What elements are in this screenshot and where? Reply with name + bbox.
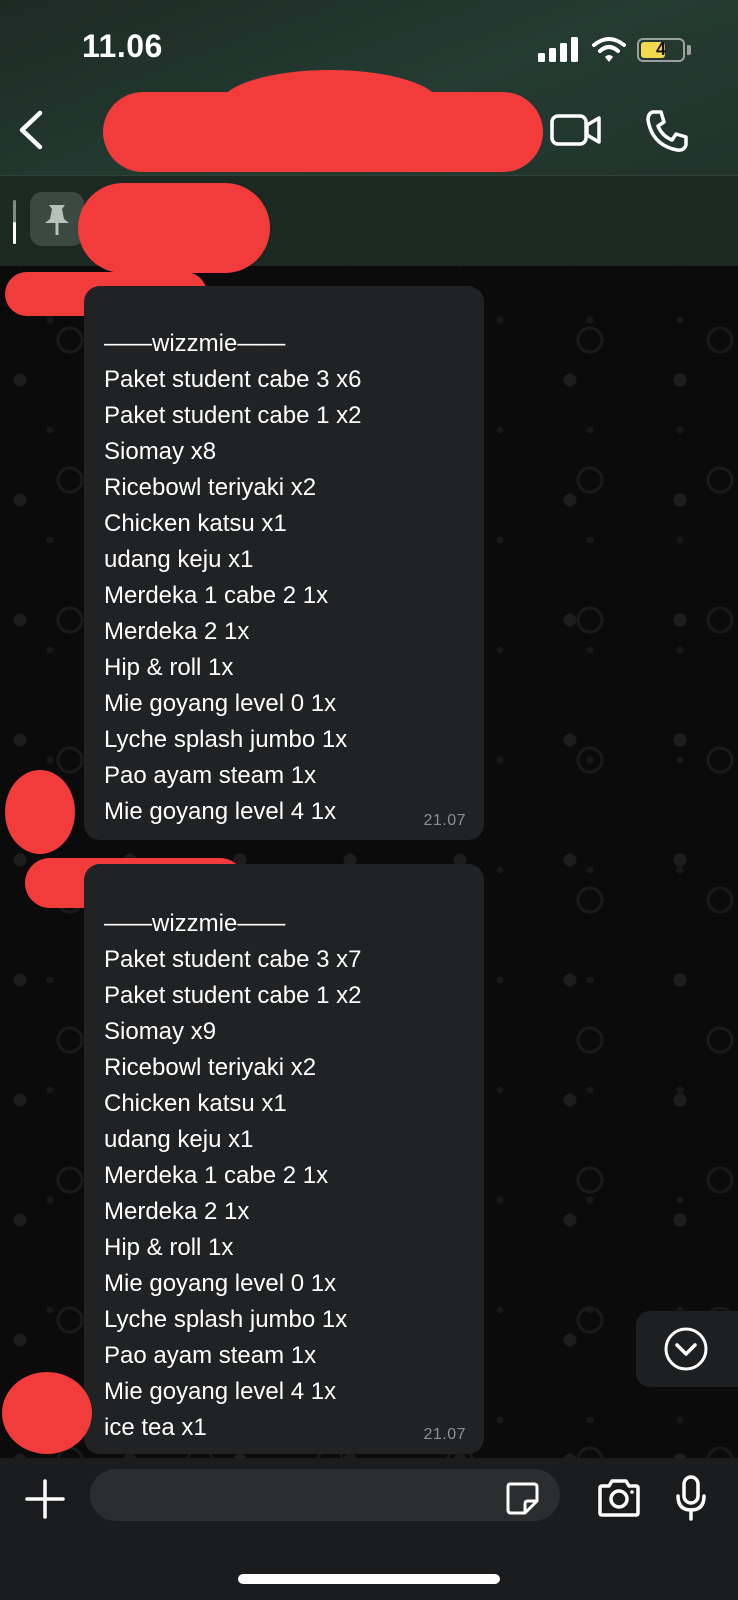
message-line: Mie goyang level 0 1x — [104, 690, 337, 717]
message-line: Siomay x9 — [104, 1018, 217, 1045]
chevron-left-icon[interactable] — [10, 105, 50, 155]
phone-icon[interactable] — [644, 108, 690, 154]
message-bubble[interactable]: ——wizzmie—— Paket student cabe 3 x6 Pake… — [84, 286, 484, 840]
message-line: ——wizzmie—— — [104, 910, 286, 937]
scroll-to-bottom-button[interactable] — [636, 1311, 738, 1387]
message-line: Chicken katsu x1 — [104, 510, 287, 537]
message-line: Lyche splash jumbo 1x — [104, 1306, 348, 1333]
pinned-thumbnail — [30, 192, 84, 246]
message-line: Ricebowl teriyaki x2 — [104, 474, 317, 501]
message-line: Mie goyang level 0 1x — [104, 1270, 337, 1297]
pinned-indicator-active — [13, 222, 16, 244]
status-time: 11.06 — [82, 28, 163, 64]
camera-icon[interactable] — [596, 1478, 642, 1518]
message-line: Paket student cabe 1 x2 — [104, 982, 362, 1009]
battery-tip — [687, 45, 691, 55]
message-line: Hip & roll 1x — [104, 654, 234, 681]
message-line: Siomay x8 — [104, 438, 217, 465]
message-line: Merdeka 2 1x — [104, 618, 250, 645]
message-line: Merdeka 2 1x — [104, 1198, 250, 1225]
message-line: Paket student cabe 3 x6 — [104, 366, 362, 393]
message-line: Pao ayam steam 1x — [104, 762, 317, 789]
video-camera-icon[interactable] — [550, 110, 602, 150]
message-line: Paket student cabe 3 x7 — [104, 946, 362, 973]
cellular-signal-icon — [538, 36, 580, 62]
message-line: Hip & roll 1x — [104, 1234, 234, 1261]
message-line: ——wizzmie—— — [104, 330, 286, 357]
battery-percentage: 4 — [655, 39, 666, 59]
message-line: udang keju x1 — [104, 546, 254, 573]
message-line: Pao ayam steam 1x — [104, 1342, 317, 1369]
avatar-redaction — [5, 770, 75, 854]
message-timestamp: 21.07 — [423, 812, 466, 829]
message-line: Mie goyang level 4 1x — [104, 798, 337, 825]
message-line: Paket student cabe 1 x2 — [104, 402, 362, 429]
microphone-icon[interactable] — [674, 1474, 708, 1522]
message-line: udang keju x1 — [104, 1126, 254, 1153]
message-line: ice tea x1 — [104, 1414, 207, 1441]
plus-icon[interactable] — [24, 1478, 66, 1520]
wifi-icon — [592, 37, 626, 62]
sticker-icon[interactable] — [504, 1480, 540, 1516]
contact-name-redaction-blob — [220, 70, 440, 140]
message-line: Merdeka 1 cabe 2 1x — [104, 582, 329, 609]
message-line: Ricebowl teriyaki x2 — [104, 1054, 317, 1081]
message-line: Lyche splash jumbo 1x — [104, 726, 348, 753]
message-line: Chicken katsu x1 — [104, 1090, 287, 1117]
pin-icon — [45, 205, 69, 235]
message-line: Mie goyang level 4 1x — [104, 1378, 337, 1405]
message-line: Merdeka 1 cabe 2 1x — [104, 1162, 329, 1189]
home-indicator[interactable] — [238, 1574, 500, 1584]
pinned-text-redaction — [78, 183, 270, 273]
battery-icon: 4 — [637, 38, 685, 62]
chevron-down-circle-icon — [664, 1327, 708, 1371]
message-input[interactable] — [90, 1469, 560, 1521]
avatar-redaction — [2, 1372, 92, 1454]
message-bubble[interactable]: ——wizzmie—— Paket student cabe 3 x7 Pake… — [84, 864, 484, 1454]
message-timestamp: 21.07 — [423, 1426, 466, 1443]
